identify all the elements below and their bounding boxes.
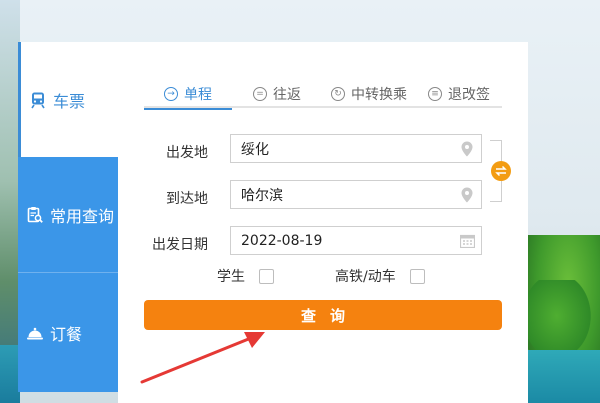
from-station-input[interactable]: 绥化: [230, 134, 482, 163]
student-checkbox[interactable]: [259, 268, 274, 284]
trip-type-tabs: → 单程 = 往返 ↻ 中转换乘 ≡ 退改签: [144, 80, 502, 110]
to-station-input[interactable]: 哈尔滨: [230, 180, 482, 209]
background-left-water: [0, 345, 20, 403]
sidebar-item-label: 车票: [53, 91, 86, 111]
sidebar-item-meal[interactable]: 订餐: [18, 273, 118, 392]
sidebar-item-label: 常用查询: [50, 206, 115, 226]
date-label: 出发日期: [152, 237, 208, 253]
meal-bell-icon: [26, 324, 44, 342]
clipboard-search-icon: [26, 206, 44, 224]
from-label: 出发地: [166, 145, 208, 161]
background-water: [528, 350, 600, 403]
location-pin-icon: [453, 135, 481, 162]
sidebar: 车票 常用查询 订餐: [18, 42, 118, 392]
swap-stations-button[interactable]: [491, 161, 511, 181]
transfer-icon: ↻: [331, 87, 345, 101]
swap-arrows-icon: [495, 165, 507, 177]
departure-date-input[interactable]: 2022-08-19: [230, 226, 482, 255]
round-trip-icon: =: [253, 87, 267, 101]
to-label: 到达地: [166, 191, 208, 207]
single-trip-icon: →: [164, 87, 178, 101]
background-left-scenery: [0, 0, 20, 403]
calendar-icon: [453, 227, 481, 254]
highspeed-option: 高铁/动车: [335, 266, 425, 286]
tab-transfer[interactable]: ↻ 中转换乘: [322, 80, 416, 108]
annotation-arrow-icon: [140, 332, 265, 384]
tab-round-trip[interactable]: = 往返: [232, 80, 322, 108]
highspeed-checkbox[interactable]: [409, 268, 425, 284]
refund-change-icon: ≡: [428, 87, 442, 101]
location-pin-icon: [453, 181, 481, 208]
sidebar-item-common-queries[interactable]: 常用查询: [18, 157, 118, 273]
sidebar-item-label: 订餐: [50, 324, 83, 344]
train-icon: [29, 91, 47, 109]
tab-refund-change[interactable]: ≡ 退改签: [416, 80, 502, 108]
tab-single-trip[interactable]: → 单程: [144, 80, 232, 110]
sidebar-item-tickets[interactable]: 车票: [18, 42, 118, 157]
student-option: 学生: [217, 266, 274, 286]
